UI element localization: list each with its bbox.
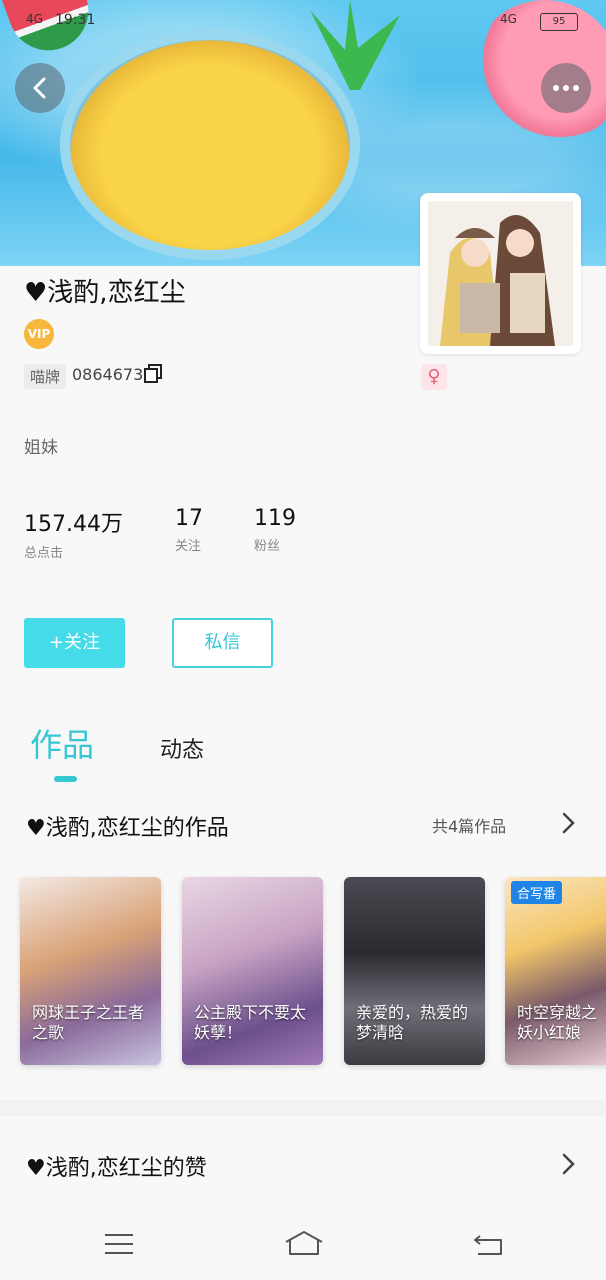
chevron-right-icon[interactable]	[561, 812, 575, 834]
works-count[interactable]: 共4篇作品	[432, 813, 506, 837]
menu-icon[interactable]	[104, 1232, 134, 1256]
stat-clicks: 157.44万 总点击	[24, 506, 123, 561]
stat-value: 157.44万	[24, 512, 123, 537]
user-id-label: 喵牌	[24, 364, 67, 389]
work-card-title: 网球王子之王者之歌	[32, 1003, 145, 1042]
status-bar: 4G 19:31 4G 95	[0, 0, 606, 44]
coauthor-badge: 合写番	[511, 881, 563, 904]
vip-badge: VIP	[24, 319, 54, 349]
work-card-title: 公主殿下不要太妖孽！	[194, 1003, 307, 1042]
system-nav-bar	[0, 1212, 606, 1280]
battery-icon: 95	[540, 13, 578, 31]
likes-row[interactable]: ♥浅酌,恋红尘的赞	[0, 1116, 606, 1216]
copy-icon[interactable]	[143, 364, 163, 384]
stat-value: 17	[175, 506, 203, 531]
work-card-title: 时空穿越之妖小红娘	[517, 1003, 598, 1042]
back-nav-icon[interactable]	[472, 1232, 504, 1258]
status-time: 19:31	[55, 12, 96, 28]
stat-label: 总点击	[24, 546, 64, 561]
stat-label: 粉丝	[254, 539, 281, 554]
stat-label: 关注	[175, 539, 202, 554]
tab-activity[interactable]: 动态	[160, 732, 204, 764]
profile-name: ♥浅酌,恋红尘	[24, 278, 186, 308]
home-icon[interactable]	[284, 1230, 324, 1258]
avatar[interactable]	[420, 193, 581, 354]
tab-indicator	[54, 776, 77, 782]
work-card[interactable]: 亲爱的，热爱的梦清晗	[344, 877, 485, 1065]
more-button[interactable]	[541, 63, 591, 113]
work-card[interactable]: 合写番 时空穿越之妖小红娘	[505, 877, 606, 1065]
gender-female-icon: ♀	[421, 364, 447, 390]
stat-fans[interactable]: 119 粉丝	[254, 506, 296, 554]
user-id: 08646737	[72, 365, 154, 384]
likes-section-title: ♥浅酌,恋红尘的赞	[26, 1156, 207, 1181]
stat-value: 119	[254, 506, 296, 531]
message-button[interactable]: 私信	[172, 618, 273, 668]
chevron-left-icon	[33, 77, 46, 99]
stat-following[interactable]: 17 关注	[175, 506, 203, 554]
works-section-title: ♥浅酌,恋红尘的作品	[26, 816, 229, 841]
section-divider	[0, 1100, 606, 1116]
more-dots-icon	[553, 85, 579, 91]
work-card[interactable]: 网球王子之王者之歌	[20, 877, 161, 1065]
profile-signature: 姐妹	[24, 438, 58, 458]
back-button[interactable]	[15, 63, 65, 113]
chevron-right-icon	[562, 1153, 575, 1175]
avatar-illustration	[428, 201, 573, 346]
work-card-title: 亲爱的，热爱的梦清晗	[356, 1003, 469, 1042]
status-signal-left: 4G	[26, 12, 43, 26]
follow-button[interactable]: +关注	[24, 618, 125, 668]
tab-works[interactable]: 作品	[30, 720, 94, 766]
status-signal-right: 4G	[500, 12, 517, 26]
work-card[interactable]: 公主殿下不要太妖孽！	[182, 877, 323, 1065]
